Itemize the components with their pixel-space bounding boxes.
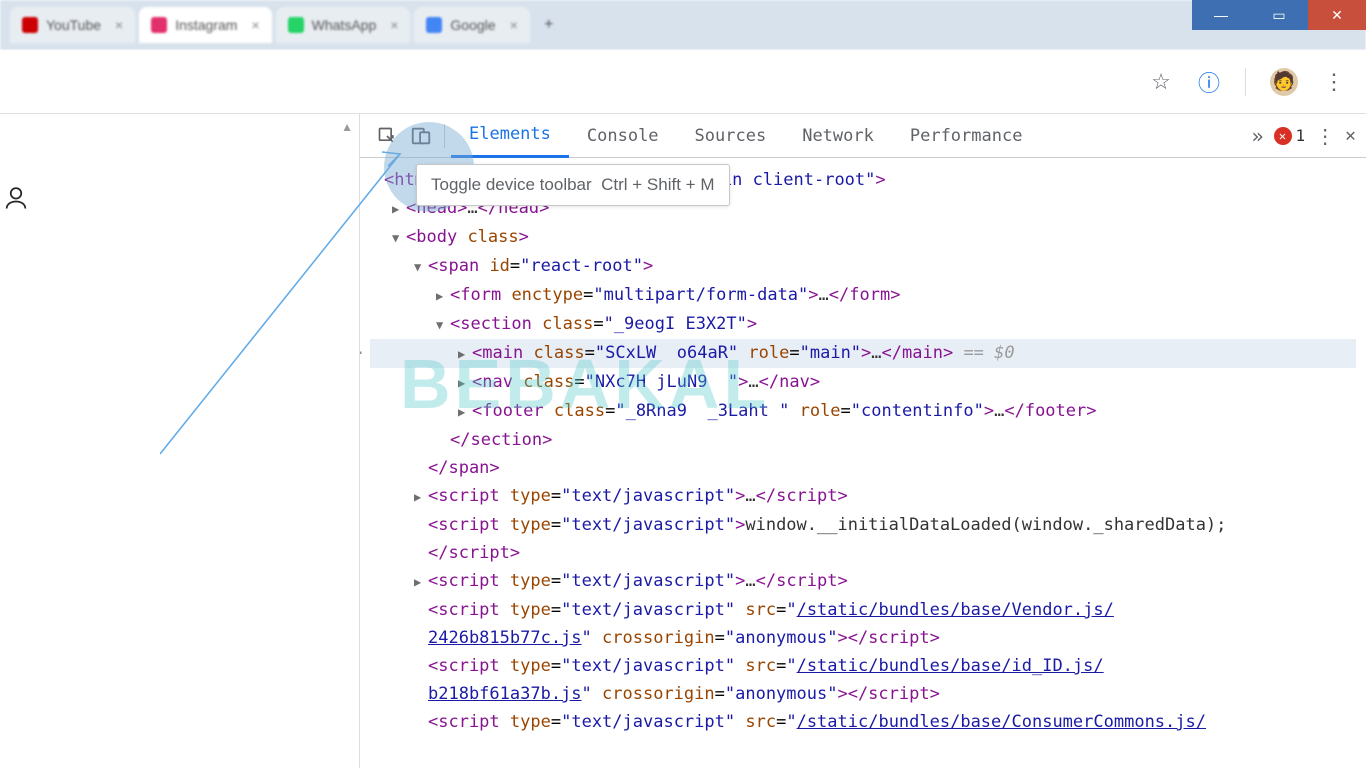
youtube-favicon xyxy=(22,17,38,33)
scroll-up-icon[interactable]: ▲ xyxy=(341,120,353,134)
tab-close-icon[interactable]: × xyxy=(251,17,259,33)
tab-title: Instagram xyxy=(175,17,237,33)
browser-toolbar: ☆ ⓘ 🧑 ⋮ xyxy=(0,50,1366,114)
bookmark-star-icon[interactable]: ☆ xyxy=(1149,70,1173,94)
tab-title: YouTube xyxy=(46,17,101,33)
tab-title: WhatsApp xyxy=(312,17,377,33)
tab-close-icon[interactable]: × xyxy=(115,17,123,33)
devtools-tab-performance[interactable]: Performance xyxy=(892,114,1041,158)
new-tab-button[interactable]: + xyxy=(534,10,564,40)
browser-tab[interactable]: WhatsApp × xyxy=(276,7,411,43)
instagram-favicon xyxy=(151,17,167,33)
chrome-menu-icon[interactable]: ⋮ xyxy=(1322,70,1346,94)
inspect-element-icon[interactable] xyxy=(370,119,404,153)
devtools-tab-console[interactable]: Console xyxy=(569,114,677,158)
tooltip-shortcut: Ctrl + Shift + M xyxy=(601,175,714,194)
selected-element-row[interactable]: <main class="SCxLW o64aR" role="main">…<… xyxy=(370,339,1356,368)
devtools-tab-sources[interactable]: Sources xyxy=(677,114,785,158)
error-count-badge[interactable]: ✕ 1 xyxy=(1274,126,1306,145)
extension-icon[interactable]: ⓘ xyxy=(1197,70,1221,94)
tab-close-icon[interactable]: × xyxy=(510,17,518,33)
tab-title: Google xyxy=(450,17,495,33)
error-count: 1 xyxy=(1296,126,1306,145)
browser-tab[interactable]: Google × xyxy=(414,7,529,43)
browser-tab[interactable]: Instagram × xyxy=(139,7,271,43)
elements-dom-tree[interactable]: <html lang="id" class="js logged-in clie… xyxy=(360,158,1366,744)
window-maximize-button[interactable]: ▭ xyxy=(1250,0,1308,30)
browser-tabstrip: YouTube × Instagram × WhatsApp × Google … xyxy=(0,0,1366,50)
divider xyxy=(444,124,445,148)
devtools-panel: Elements Console Sources Network Perform… xyxy=(360,114,1366,768)
devtools-settings-icon[interactable]: ⋮ xyxy=(1315,124,1335,148)
devtools-tab-elements[interactable]: Elements xyxy=(451,114,569,158)
devtools-close-icon[interactable]: ✕ xyxy=(1345,125,1356,146)
whatsapp-favicon xyxy=(288,17,304,33)
error-icon: ✕ xyxy=(1274,127,1292,145)
page-content-pane: ▲ xyxy=(0,114,360,768)
profile-outline-icon xyxy=(2,184,30,212)
google-favicon xyxy=(426,17,442,33)
devtools-tabbar: Elements Console Sources Network Perform… xyxy=(360,114,1366,158)
devtools-tab-network[interactable]: Network xyxy=(784,114,892,158)
tab-close-icon[interactable]: × xyxy=(390,17,398,33)
divider xyxy=(1245,68,1246,96)
browser-tab[interactable]: YouTube × xyxy=(10,7,135,43)
window-close-button[interactable]: ✕ xyxy=(1308,0,1366,30)
window-minimize-button[interactable]: — xyxy=(1192,0,1250,30)
tooltip: Toggle device toolbar Ctrl + Shift + M xyxy=(416,164,730,206)
devtools-more-tabs-icon[interactable]: » xyxy=(1251,124,1263,148)
profile-avatar[interactable]: 🧑 xyxy=(1270,68,1298,96)
tooltip-label: Toggle device toolbar xyxy=(431,175,592,194)
toggle-device-toolbar-icon[interactable] xyxy=(404,119,438,153)
